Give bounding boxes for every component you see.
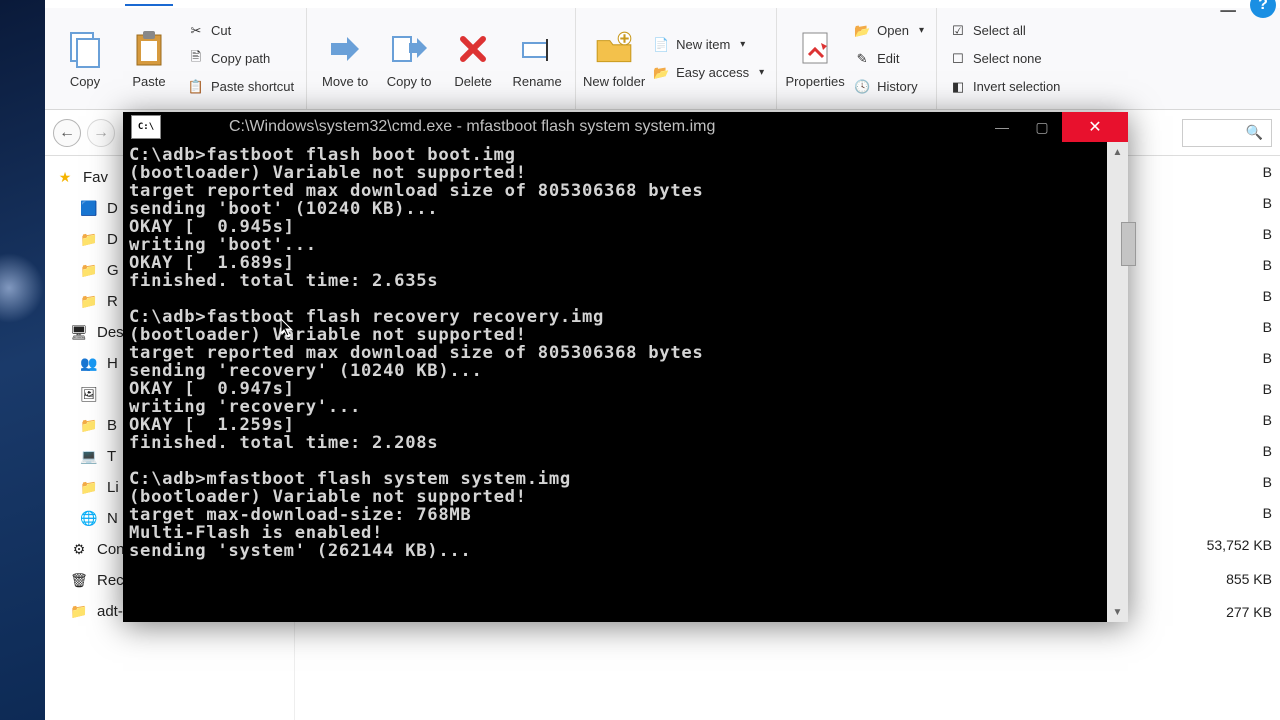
folder-icon: 🌐: [79, 509, 99, 529]
maximize-button[interactable]: ▢: [1022, 112, 1062, 142]
move-to-button[interactable]: Move to: [313, 13, 377, 105]
folder-icon: 📁: [79, 230, 99, 250]
copyto-icon: [388, 28, 430, 70]
folder-icon: ⚙: [69, 540, 89, 560]
scroll-down-icon[interactable]: ▼: [1107, 602, 1128, 622]
folder-icon: 📁: [79, 292, 99, 312]
search-icon: 🔍: [1246, 124, 1263, 141]
desktop-background: [0, 0, 45, 720]
copypath-icon: 🖹: [187, 50, 205, 68]
back-button[interactable]: ←: [53, 119, 81, 147]
select-all-button[interactable]: ☑Select all: [943, 17, 1066, 45]
copy-label: Copy: [70, 74, 100, 89]
properties-button[interactable]: Properties: [783, 13, 847, 105]
cmd-titlebar[interactable]: C:\ C:\Windows\system32\cmd.exe - mfastb…: [123, 112, 1128, 142]
copy-icon: [64, 28, 106, 70]
history-button[interactable]: 🕓History: [847, 73, 930, 101]
folder-icon: 📁: [79, 261, 99, 281]
copy-path-button[interactable]: 🖹Copy path: [181, 45, 300, 73]
invert-icon: ◧: [949, 78, 967, 96]
folder-icon: 👥: [79, 354, 99, 374]
folder-icon: 🖥: [69, 323, 89, 343]
copy-button[interactable]: Copy: [53, 13, 117, 105]
close-button[interactable]: ✕: [1062, 112, 1128, 142]
cmd-icon: C:\: [131, 115, 161, 139]
scrollbar[interactable]: ▲ ▼: [1107, 142, 1128, 622]
minimize-icon[interactable]: –: [1220, 0, 1236, 25]
forward-button[interactable]: →: [87, 119, 115, 147]
open-button[interactable]: 📂Open▾: [847, 17, 930, 45]
delete-icon: [452, 28, 494, 70]
selectall-icon: ☑: [949, 22, 967, 40]
scroll-up-icon[interactable]: ▲: [1107, 142, 1128, 162]
pasteshortcut-icon: 📋: [187, 78, 205, 96]
tab-share[interactable]: Share: [187, 0, 235, 2]
newfolder-icon: [593, 28, 635, 70]
folder-icon: 🟦: [79, 199, 99, 219]
folder-icon: 🗑: [69, 571, 89, 591]
paste-label: Paste: [132, 74, 165, 89]
folder-icon: 📁: [79, 478, 99, 498]
tab-view[interactable]: View: [249, 0, 289, 2]
paste-shortcut-button[interactable]: 📋Paste shortcut: [181, 73, 300, 101]
newitem-icon: 📄: [652, 36, 670, 54]
select-none-button[interactable]: ☐Select none: [943, 45, 1066, 73]
cmd-window: C:\ C:\Windows\system32\cmd.exe - mfastb…: [123, 112, 1128, 622]
folder-icon: 📁: [69, 602, 89, 622]
chevron-down-icon: ▾: [759, 67, 764, 78]
ribbon: Copy Paste ✂Cut 🖹Copy path 📋Paste shortc…: [45, 8, 1280, 110]
new-folder-button[interactable]: New folder: [582, 13, 646, 105]
scroll-thumb[interactable]: [1121, 222, 1136, 266]
moveto-icon: [324, 28, 366, 70]
selectnone-icon: ☐: [949, 50, 967, 68]
copy-to-button[interactable]: Copy to: [377, 13, 441, 105]
folder-icon: 💻: [79, 447, 99, 467]
rename-button[interactable]: Rename: [505, 13, 569, 105]
invert-selection-button[interactable]: ◧Invert selection: [943, 73, 1066, 101]
minimize-button[interactable]: —: [982, 112, 1022, 142]
search-input[interactable]: 🔍: [1182, 119, 1272, 147]
history-icon: 🕓: [853, 78, 871, 96]
chevron-down-icon: ▾: [919, 25, 924, 36]
open-icon: 📂: [853, 22, 871, 40]
folder-icon: 📁: [79, 416, 99, 436]
delete-button[interactable]: Delete: [441, 13, 505, 105]
edit-icon: ✎: [853, 50, 871, 68]
edit-button[interactable]: ✎Edit: [847, 45, 930, 73]
paste-button[interactable]: Paste: [117, 13, 181, 105]
rename-icon: [516, 28, 558, 70]
cut-icon: ✂: [187, 22, 205, 40]
ribbon-tabstrip: File Home Share View: [45, 0, 1280, 8]
easyaccess-icon: 📂: [652, 64, 670, 82]
cmd-output: C:\adb>fastboot flash boot boot.img (boo…: [123, 142, 1107, 622]
paste-icon: [128, 28, 170, 70]
chevron-down-icon: ▾: [740, 39, 745, 50]
star-icon: ★: [55, 168, 75, 188]
folder-icon: 🖼: [79, 385, 99, 405]
cmd-title: C:\Windows\system32\cmd.exe - mfastboot …: [169, 118, 982, 136]
new-item-button[interactable]: 📄New item▾: [646, 31, 770, 59]
tab-home[interactable]: Home: [125, 0, 173, 2]
properties-icon: [794, 28, 836, 70]
cut-button[interactable]: ✂Cut: [181, 17, 300, 45]
easy-access-button[interactable]: 📂Easy access▾: [646, 59, 770, 87]
